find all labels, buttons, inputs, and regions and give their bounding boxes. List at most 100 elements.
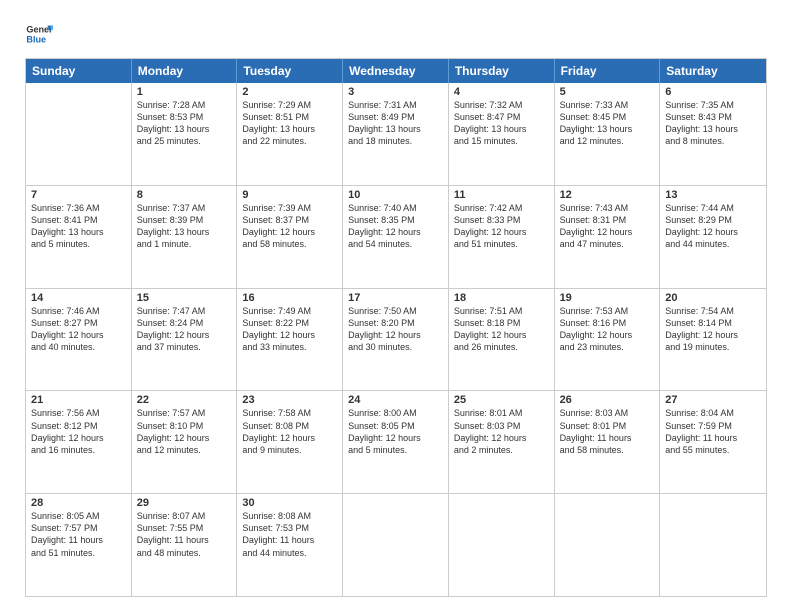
cell-line: Daylight: 12 hours bbox=[560, 226, 655, 238]
cell-line: and 58 minutes. bbox=[242, 238, 337, 250]
cell-line: Sunrise: 7:35 AM bbox=[665, 99, 761, 111]
weekday-header-friday: Friday bbox=[555, 59, 661, 83]
calendar-cell: 20Sunrise: 7:54 AMSunset: 8:14 PMDayligh… bbox=[660, 289, 766, 391]
cell-line: Sunset: 8:29 PM bbox=[665, 214, 761, 226]
calendar-cell: 14Sunrise: 7:46 AMSunset: 8:27 PMDayligh… bbox=[26, 289, 132, 391]
day-number: 29 bbox=[137, 497, 232, 509]
cell-line: Sunset: 8:03 PM bbox=[454, 420, 549, 432]
cell-line: Sunrise: 7:28 AM bbox=[137, 99, 232, 111]
calendar-cell: 19Sunrise: 7:53 AMSunset: 8:16 PMDayligh… bbox=[555, 289, 661, 391]
cell-line: Sunrise: 7:54 AM bbox=[665, 305, 761, 317]
cell-line: and 55 minutes. bbox=[665, 444, 761, 456]
calendar-cell: 22Sunrise: 7:57 AMSunset: 8:10 PMDayligh… bbox=[132, 391, 238, 493]
day-number: 4 bbox=[454, 86, 549, 98]
cell-line: Sunset: 8:08 PM bbox=[242, 420, 337, 432]
calendar-cell: 4Sunrise: 7:32 AMSunset: 8:47 PMDaylight… bbox=[449, 83, 555, 185]
cell-line: and 51 minutes. bbox=[31, 547, 126, 559]
cell-line: Daylight: 13 hours bbox=[137, 123, 232, 135]
calendar-cell: 21Sunrise: 7:56 AMSunset: 8:12 PMDayligh… bbox=[26, 391, 132, 493]
cell-line: Daylight: 12 hours bbox=[31, 329, 126, 341]
calendar-cell: 24Sunrise: 8:00 AMSunset: 8:05 PMDayligh… bbox=[343, 391, 449, 493]
day-number: 18 bbox=[454, 292, 549, 304]
cell-line: Sunrise: 7:47 AM bbox=[137, 305, 232, 317]
cell-line: Daylight: 12 hours bbox=[665, 226, 761, 238]
calendar-cell: 1Sunrise: 7:28 AMSunset: 8:53 PMDaylight… bbox=[132, 83, 238, 185]
cell-line: and 25 minutes. bbox=[137, 135, 232, 147]
calendar-cell: 27Sunrise: 8:04 AMSunset: 7:59 PMDayligh… bbox=[660, 391, 766, 493]
cell-line: Daylight: 12 hours bbox=[242, 226, 337, 238]
calendar-cell: 6Sunrise: 7:35 AMSunset: 8:43 PMDaylight… bbox=[660, 83, 766, 185]
cell-line: Sunrise: 7:31 AM bbox=[348, 99, 443, 111]
cell-line: and 8 minutes. bbox=[665, 135, 761, 147]
cell-line: Daylight: 12 hours bbox=[454, 226, 549, 238]
cell-line: Daylight: 13 hours bbox=[665, 123, 761, 135]
cell-line: and 44 minutes. bbox=[242, 547, 337, 559]
cell-line: Sunset: 8:45 PM bbox=[560, 111, 655, 123]
day-number: 26 bbox=[560, 394, 655, 406]
calendar-cell: 17Sunrise: 7:50 AMSunset: 8:20 PMDayligh… bbox=[343, 289, 449, 391]
calendar-cell: 29Sunrise: 8:07 AMSunset: 7:55 PMDayligh… bbox=[132, 494, 238, 596]
calendar-cell: 23Sunrise: 7:58 AMSunset: 8:08 PMDayligh… bbox=[237, 391, 343, 493]
cell-line: Sunrise: 7:57 AM bbox=[137, 407, 232, 419]
cell-line: Sunrise: 7:37 AM bbox=[137, 202, 232, 214]
cell-line: Sunrise: 7:29 AM bbox=[242, 99, 337, 111]
calendar-cell: 7Sunrise: 7:36 AMSunset: 8:41 PMDaylight… bbox=[26, 186, 132, 288]
day-number: 8 bbox=[137, 189, 232, 201]
cell-line: Sunrise: 8:05 AM bbox=[31, 510, 126, 522]
cell-line: Sunrise: 7:53 AM bbox=[560, 305, 655, 317]
generalblue-logo-icon: General Blue bbox=[25, 20, 53, 48]
day-number: 28 bbox=[31, 497, 126, 509]
cell-line: and 47 minutes. bbox=[560, 238, 655, 250]
day-number: 24 bbox=[348, 394, 443, 406]
calendar-row-2: 7Sunrise: 7:36 AMSunset: 8:41 PMDaylight… bbox=[26, 185, 766, 288]
cell-line: Sunset: 8:16 PM bbox=[560, 317, 655, 329]
cell-line: Sunset: 8:10 PM bbox=[137, 420, 232, 432]
cell-line: and 9 minutes. bbox=[242, 444, 337, 456]
calendar-row-3: 14Sunrise: 7:46 AMSunset: 8:27 PMDayligh… bbox=[26, 288, 766, 391]
calendar-row-4: 21Sunrise: 7:56 AMSunset: 8:12 PMDayligh… bbox=[26, 390, 766, 493]
calendar-cell: 16Sunrise: 7:49 AMSunset: 8:22 PMDayligh… bbox=[237, 289, 343, 391]
cell-line: Sunset: 8:12 PM bbox=[31, 420, 126, 432]
calendar-cell: 30Sunrise: 8:08 AMSunset: 7:53 PMDayligh… bbox=[237, 494, 343, 596]
cell-line: and 22 minutes. bbox=[242, 135, 337, 147]
day-number: 14 bbox=[31, 292, 126, 304]
cell-line: Sunrise: 7:42 AM bbox=[454, 202, 549, 214]
cell-line: Daylight: 12 hours bbox=[665, 329, 761, 341]
day-number: 15 bbox=[137, 292, 232, 304]
cell-line: Sunset: 8:39 PM bbox=[137, 214, 232, 226]
cell-line: and 23 minutes. bbox=[560, 341, 655, 353]
calendar-cell: 9Sunrise: 7:39 AMSunset: 8:37 PMDaylight… bbox=[237, 186, 343, 288]
cell-line: Daylight: 12 hours bbox=[454, 329, 549, 341]
cell-line: Sunrise: 8:07 AM bbox=[137, 510, 232, 522]
cell-line: Sunset: 7:59 PM bbox=[665, 420, 761, 432]
cell-line: Daylight: 11 hours bbox=[665, 432, 761, 444]
cell-line: and 12 minutes. bbox=[137, 444, 232, 456]
svg-text:Blue: Blue bbox=[26, 34, 46, 44]
cell-line: Daylight: 13 hours bbox=[137, 226, 232, 238]
day-number: 5 bbox=[560, 86, 655, 98]
cell-line: and 5 minutes. bbox=[31, 238, 126, 250]
day-number: 16 bbox=[242, 292, 337, 304]
weekday-header-sunday: Sunday bbox=[26, 59, 132, 83]
day-number: 22 bbox=[137, 394, 232, 406]
cell-line: and 30 minutes. bbox=[348, 341, 443, 353]
day-number: 1 bbox=[137, 86, 232, 98]
cell-line: Sunset: 8:53 PM bbox=[137, 111, 232, 123]
cell-line: Daylight: 12 hours bbox=[560, 329, 655, 341]
cell-line: and 5 minutes. bbox=[348, 444, 443, 456]
cell-line: and 26 minutes. bbox=[454, 341, 549, 353]
calendar-cell: 26Sunrise: 8:03 AMSunset: 8:01 PMDayligh… bbox=[555, 391, 661, 493]
cell-line: Daylight: 12 hours bbox=[348, 432, 443, 444]
cell-line: Daylight: 12 hours bbox=[348, 329, 443, 341]
cell-line: Daylight: 13 hours bbox=[242, 123, 337, 135]
day-number: 30 bbox=[242, 497, 337, 509]
cell-line: Sunrise: 7:33 AM bbox=[560, 99, 655, 111]
weekday-header-saturday: Saturday bbox=[660, 59, 766, 83]
calendar-cell: 11Sunrise: 7:42 AMSunset: 8:33 PMDayligh… bbox=[449, 186, 555, 288]
calendar-cell: 8Sunrise: 7:37 AMSunset: 8:39 PMDaylight… bbox=[132, 186, 238, 288]
day-number: 21 bbox=[31, 394, 126, 406]
cell-line: Sunset: 8:05 PM bbox=[348, 420, 443, 432]
day-number: 13 bbox=[665, 189, 761, 201]
cell-line: Sunrise: 7:39 AM bbox=[242, 202, 337, 214]
day-number: 9 bbox=[242, 189, 337, 201]
